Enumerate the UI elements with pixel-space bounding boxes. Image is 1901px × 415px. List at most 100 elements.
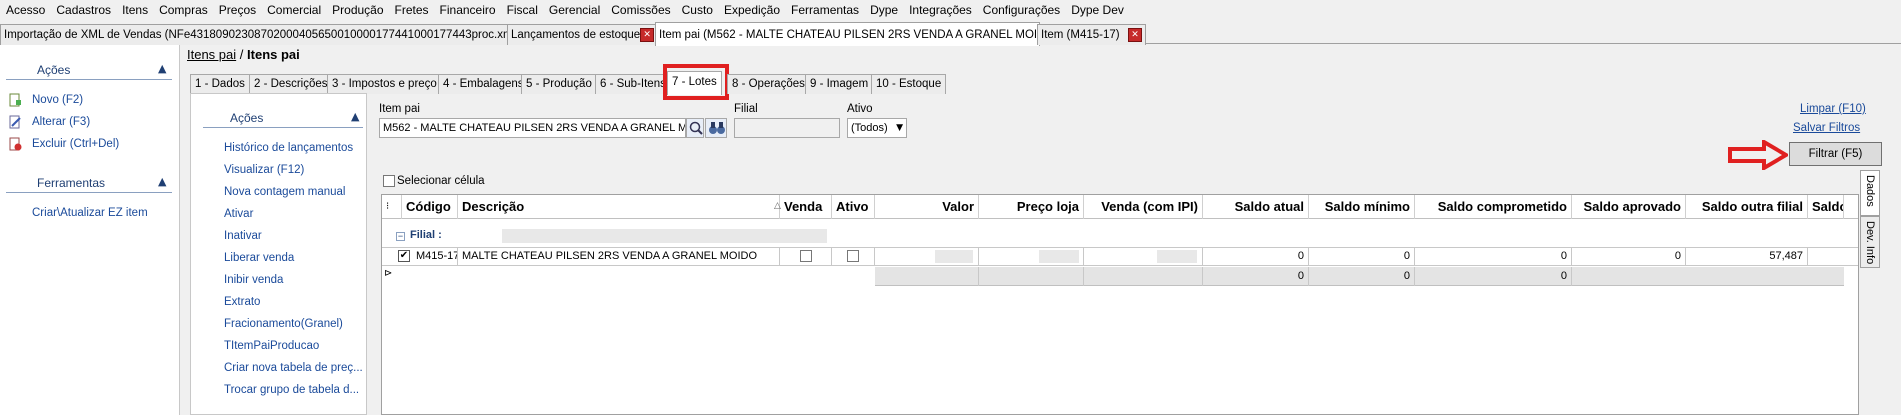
tab-embalagens[interactable]: 4 - Embalagens bbox=[438, 74, 529, 94]
menu-comissoes[interactable]: Comissões bbox=[605, 3, 675, 17]
ferramentas-header: Ferramentas bbox=[37, 176, 106, 190]
binoculars-icon[interactable] bbox=[705, 118, 727, 138]
chevron-up-icon[interactable]: ▲ bbox=[158, 175, 166, 188]
total-valor bbox=[875, 267, 979, 286]
extrato-link[interactable]: Extrato bbox=[224, 296, 260, 308]
tab-producao[interactable]: 5 - Produção bbox=[521, 74, 597, 94]
menu-cadastros[interactable]: Cadastros bbox=[50, 3, 116, 17]
col-valor[interactable]: Valor bbox=[875, 195, 979, 219]
cell-venda-checkbox[interactable] bbox=[780, 247, 832, 266]
doc-tab-label: Lançamentos de estoque bbox=[511, 29, 641, 41]
fracionamento-link[interactable]: Fracionamento(Granel) bbox=[224, 318, 343, 330]
cell-ativo-checkbox[interactable] bbox=[832, 247, 875, 266]
criar-tabela-preco-link[interactable]: Criar nova tabela de preç... bbox=[224, 362, 363, 374]
col-venda-ipi[interactable]: Venda (com IPI) bbox=[1084, 195, 1203, 219]
column-chooser-icon[interactable]: ⁝ bbox=[382, 195, 402, 219]
cell-codigo[interactable]: M415-17 bbox=[412, 247, 458, 266]
salvar-filtros-link[interactable]: Salvar Filtros bbox=[1793, 122, 1860, 134]
filtrar-button[interactable]: Filtrar (F5) bbox=[1789, 142, 1882, 166]
cell-saldo-outra-filial[interactable]: 57,487 bbox=[1686, 247, 1808, 266]
liberar-venda-link[interactable]: Liberar venda bbox=[224, 252, 294, 264]
side-tab-dados[interactable]: Dados bbox=[1860, 170, 1880, 216]
tab-operacoes[interactable]: 8 - Operações bbox=[727, 74, 810, 94]
menu-comercial[interactable]: Comercial bbox=[261, 3, 326, 17]
criar-atualizar-ez-link[interactable]: Criar\Atualizar EZ item bbox=[32, 207, 148, 219]
excluir-link[interactable]: Excluir (Ctrl+Del) bbox=[32, 138, 119, 150]
select-cell-label: Selecionar célula bbox=[397, 175, 485, 187]
select-cell-checkbox[interactable] bbox=[383, 175, 395, 190]
nova-contagem-link[interactable]: Nova contagem manual bbox=[224, 186, 345, 198]
chevron-up-icon[interactable]: ▲ bbox=[351, 110, 359, 123]
col-ativo[interactable]: Ativo bbox=[832, 195, 875, 219]
doc-tab-item[interactable]: Item (M415-17) ✕ bbox=[1037, 24, 1146, 45]
col-saldo-atual[interactable]: Saldo atual bbox=[1203, 195, 1309, 219]
col-descricao[interactable]: Descrição bbox=[458, 195, 780, 219]
menu-dype[interactable]: Dype bbox=[864, 3, 903, 17]
menu-itens[interactable]: Itens bbox=[116, 3, 153, 17]
tab-sub-itens[interactable]: 6 - Sub-Itens bbox=[595, 74, 671, 94]
item-pai-field[interactable]: M562 - MALTE CHATEAU PILSEN 2RS VENDA A … bbox=[379, 118, 686, 138]
ativo-select[interactable]: (Todos) ▼ bbox=[847, 118, 907, 138]
col-saldo-comprometido[interactable]: Saldo comprometido bbox=[1415, 195, 1572, 219]
visualizar-link[interactable]: Visualizar (F12) bbox=[224, 164, 304, 176]
doc-tab-lancamentos[interactable]: Lançamentos de estoque ✕ bbox=[507, 24, 658, 45]
search-icon[interactable] bbox=[686, 118, 704, 138]
close-icon[interactable]: ✕ bbox=[1128, 28, 1142, 42]
alterar-link[interactable]: Alterar (F3) bbox=[32, 116, 90, 128]
collapse-group-icon[interactable]: − bbox=[396, 232, 405, 241]
menu-producao[interactable]: Produção bbox=[326, 3, 388, 17]
historico-link[interactable]: Histórico de lançamentos bbox=[224, 142, 353, 154]
ativar-link[interactable]: Ativar bbox=[224, 208, 253, 220]
inativar-link[interactable]: Inativar bbox=[224, 230, 262, 242]
cell-saldo-comprometido[interactable]: 0 bbox=[1415, 247, 1572, 266]
cell-saldo-aprovado[interactable]: 0 bbox=[1572, 247, 1686, 266]
menu-precos[interactable]: Preços bbox=[213, 3, 261, 17]
tab-estoque[interactable]: 10 - Estoque bbox=[871, 74, 947, 94]
side-tab-dev-info[interactable]: Dev. Info bbox=[1860, 216, 1880, 268]
inner-actions-panel: Ações ▲ Histórico de lançamentos Visuali… bbox=[190, 93, 367, 415]
menu-configuracoes[interactable]: Configurações bbox=[977, 3, 1065, 17]
cell-descricao[interactable]: MALTE CHATEAU PILSEN 2RS VENDA A GRANEL … bbox=[458, 247, 780, 266]
menu-financeiro[interactable]: Financeiro bbox=[434, 3, 501, 17]
inibir-venda-link[interactable]: Inibir venda bbox=[224, 274, 283, 286]
menu-ferramentas[interactable]: Ferramentas bbox=[785, 3, 864, 17]
menu-fretes[interactable]: Fretes bbox=[389, 3, 434, 17]
tab-imagem[interactable]: 9 - Imagem bbox=[805, 74, 874, 94]
doc-tab-importacao-xml[interactable]: Importação de XML de Vendas (NFe43180902… bbox=[0, 24, 510, 45]
divider bbox=[6, 192, 172, 193]
cell-saldo-atual[interactable]: 0 bbox=[1203, 247, 1309, 266]
tab-impostos-preco[interactable]: 3 - Impostos e preço bbox=[327, 74, 442, 94]
item-pai-label: Item pai bbox=[379, 103, 420, 115]
col-codigo[interactable]: Código bbox=[402, 195, 458, 219]
limpar-link[interactable]: Limpar (F10) bbox=[1800, 103, 1866, 115]
menu-expedicao[interactable]: Expedição bbox=[718, 3, 785, 17]
row-select-checkbox[interactable]: ✔ bbox=[398, 250, 410, 262]
cell-saldo-minimo[interactable]: 0 bbox=[1309, 247, 1415, 266]
menu-dype-dev[interactable]: Dype Dev bbox=[1065, 3, 1129, 17]
menu-fiscal[interactable]: Fiscal bbox=[501, 3, 543, 17]
menu-gerencial[interactable]: Gerencial bbox=[543, 3, 605, 17]
doc-tab-item-pai[interactable]: Item pai (M562 - MALTE CHATEAU PILSEN 2R… bbox=[655, 22, 1040, 46]
col-saldo-aprovado[interactable]: Saldo aprovado bbox=[1572, 195, 1686, 219]
col-saldo-outra-filial[interactable]: Saldo outra filial bbox=[1686, 195, 1808, 219]
doc-tab-label: Item (M415-17) bbox=[1041, 29, 1120, 41]
close-icon[interactable]: ✕ bbox=[640, 28, 655, 42]
menu-custo[interactable]: Custo bbox=[676, 3, 718, 17]
menu-integracoes[interactable]: Integrações bbox=[903, 3, 977, 17]
doc-tab-label: Importação de XML de Vendas (NFe43180902… bbox=[4, 29, 510, 41]
trocar-grupo-link[interactable]: Trocar grupo de tabela d... bbox=[224, 384, 359, 396]
tab-dados[interactable]: 1 - Dados bbox=[190, 74, 250, 94]
menu-compras[interactable]: Compras bbox=[153, 3, 213, 17]
col-saldo-minimo[interactable]: Saldo mínimo bbox=[1309, 195, 1415, 219]
chevron-up-icon[interactable]: ▲ bbox=[158, 62, 166, 75]
menu-acesso[interactable]: Acesso bbox=[0, 3, 50, 17]
breadcrumb-parent-link[interactable]: Itens pai bbox=[187, 47, 236, 62]
col-venda[interactable]: Venda bbox=[780, 195, 832, 219]
tab-descricoes[interactable]: 2 - Descrições bbox=[249, 74, 333, 94]
divider bbox=[6, 79, 172, 80]
filial-field[interactable] bbox=[734, 118, 840, 138]
novo-link[interactable]: Novo (F2) bbox=[32, 94, 83, 106]
titempaiproducao-link[interactable]: TItemPaiProducao bbox=[224, 340, 319, 352]
col-saldo[interactable]: Saldo bbox=[1808, 195, 1844, 219]
col-preco-loja[interactable]: Preço loja bbox=[979, 195, 1084, 219]
